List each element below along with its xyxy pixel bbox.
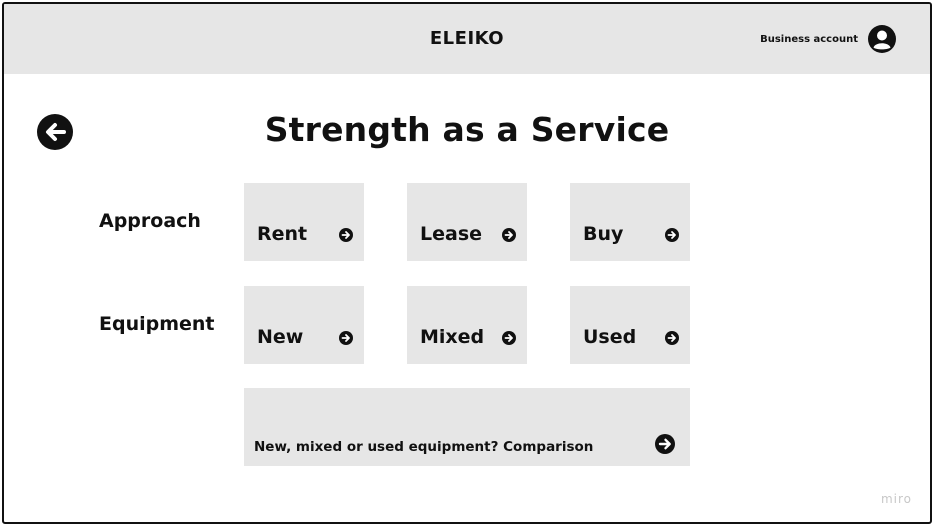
equipment-label: Equipment <box>99 313 215 335</box>
approach-lease-card[interactable]: Lease <box>407 183 527 261</box>
account-label[interactable]: Business account <box>760 34 858 45</box>
approach-label: Approach <box>99 210 201 232</box>
arrow-right-circle-icon <box>502 228 516 242</box>
arrow-right-circle-icon <box>339 228 353 242</box>
option-label: Lease <box>420 223 483 245</box>
header-bar: ELEIKO Business account <box>4 4 930 74</box>
comparison-card[interactable]: New, mixed or used equipment? Comparison <box>244 388 690 466</box>
comparison-label: New, mixed or used equipment? Comparison <box>254 439 594 455</box>
option-label: Mixed <box>420 326 485 348</box>
arrow-right-circle-icon <box>339 331 353 345</box>
business-account-menu[interactable]: Business account <box>760 25 896 53</box>
arrow-right-circle-icon <box>665 331 679 345</box>
arrow-right-circle-icon <box>665 228 679 242</box>
arrow-right-circle-icon <box>655 434 675 454</box>
approach-buy-card[interactable]: Buy <box>570 183 690 261</box>
miro-watermark: miro <box>880 492 912 506</box>
app-frame: ELEIKO Business account Strength as a Se… <box>2 2 932 524</box>
user-avatar-icon[interactable] <box>868 25 896 53</box>
approach-rent-card[interactable]: Rent <box>244 183 364 261</box>
equipment-used-card[interactable]: Used <box>570 286 690 364</box>
equipment-mixed-card[interactable]: Mixed <box>407 286 527 364</box>
page-title: Strength as a Service <box>264 110 670 149</box>
equipment-new-card[interactable]: New <box>244 286 364 364</box>
option-label: Rent <box>257 223 308 245</box>
option-label: Used <box>583 326 637 348</box>
option-label: Buy <box>583 223 624 245</box>
arrow-right-circle-icon <box>502 331 516 345</box>
option-label: New <box>257 326 304 348</box>
